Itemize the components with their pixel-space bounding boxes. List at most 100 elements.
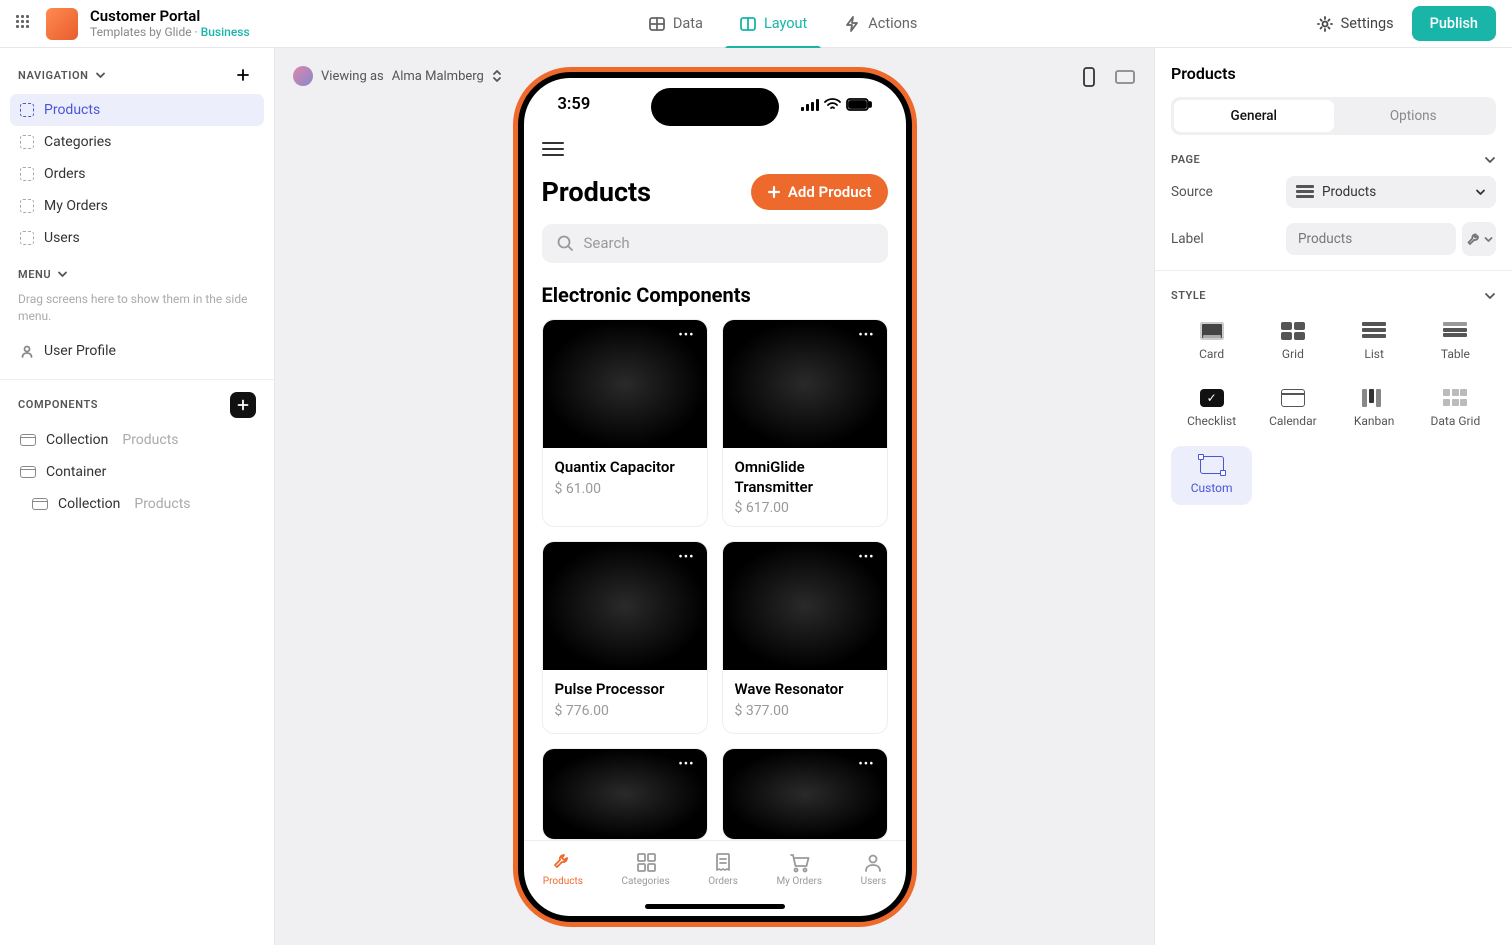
- wifi-icon: [824, 98, 841, 111]
- checklist-style-icon: ✓: [1200, 389, 1224, 407]
- add-navigation-button[interactable]: [230, 62, 256, 88]
- product-card[interactable]: OmniGlide Transmitter$ 617.00: [722, 319, 888, 527]
- style-grid: Card Grid List Table ✓Checklist Calendar…: [1171, 312, 1496, 505]
- nav-item-orders[interactable]: Orders: [10, 158, 264, 190]
- component-collection-1[interactable]: CollectionProducts: [10, 424, 264, 456]
- product-card[interactable]: [542, 748, 708, 840]
- product-image: [543, 320, 707, 448]
- product-card[interactable]: Pulse Processor$ 776.00: [542, 541, 708, 734]
- style-custom[interactable]: Custom: [1171, 446, 1252, 505]
- screen-title: Products: [542, 176, 652, 208]
- product-image: [543, 749, 707, 839]
- nav-item-categories[interactable]: Categories: [10, 126, 264, 158]
- components-section-title: COMPONENTS: [18, 398, 98, 411]
- canvas: Viewing as Alma Malmberg 3:59: [275, 48, 1154, 945]
- product-card[interactable]: [722, 748, 888, 840]
- hamburger-menu[interactable]: [542, 132, 564, 162]
- container-icon: [20, 466, 36, 478]
- nav-item-users[interactable]: Users: [10, 222, 264, 254]
- custom-style-icon: [1200, 456, 1224, 474]
- grid-apps-icon[interactable]: [16, 15, 34, 33]
- grid-icon: [635, 851, 657, 873]
- style-kanban[interactable]: Kanban: [1334, 379, 1415, 438]
- seg-options[interactable]: Options: [1334, 100, 1494, 132]
- wrench-icon: [1466, 232, 1481, 247]
- tab-products[interactable]: Products: [543, 851, 583, 887]
- chevron-down-icon: [1475, 187, 1486, 198]
- label-input[interactable]: Products: [1286, 223, 1456, 255]
- device-phone-button[interactable]: [1074, 62, 1104, 92]
- tab-orders[interactable]: Orders: [708, 851, 738, 887]
- wrench-icon: [552, 851, 574, 873]
- plus-icon: [235, 397, 251, 413]
- list-style-icon: [1362, 322, 1386, 340]
- style-calendar[interactable]: Calendar: [1252, 379, 1333, 438]
- style-section-header[interactable]: STYLE: [1171, 289, 1496, 302]
- component-container[interactable]: Container: [10, 456, 264, 488]
- right-panel: Products General Options PAGE Source Pro…: [1154, 48, 1512, 945]
- bolt-icon: [843, 15, 861, 33]
- style-data-grid[interactable]: Data Grid: [1415, 379, 1496, 438]
- style-table[interactable]: Table: [1415, 312, 1496, 371]
- receipt-icon: [712, 851, 734, 873]
- datagrid-style-icon: [1443, 389, 1467, 407]
- add-product-button[interactable]: Add Product: [751, 174, 888, 210]
- product-image: [723, 749, 887, 839]
- segmented-control: General Options: [1171, 97, 1496, 135]
- chevron-down-icon: [1484, 154, 1496, 166]
- home-indicator: [645, 904, 785, 909]
- desktop-icon: [1115, 69, 1135, 85]
- navigation-section-title[interactable]: NAVIGATION: [18, 69, 106, 82]
- product-image: [723, 542, 887, 670]
- settings-button[interactable]: Settings: [1316, 15, 1394, 33]
- table-icon: [1296, 185, 1314, 199]
- device-desktop-button[interactable]: [1110, 62, 1140, 92]
- tab-data[interactable]: Data: [644, 9, 707, 39]
- top-right: Settings Publish: [1316, 6, 1496, 41]
- collection-icon: [32, 498, 48, 510]
- menu-section-title[interactable]: MENU: [18, 268, 68, 281]
- product-image: [723, 320, 887, 448]
- style-card[interactable]: Card: [1171, 312, 1252, 371]
- style-grid-opt[interactable]: Grid: [1252, 312, 1333, 371]
- tab-categories[interactable]: Categories: [621, 851, 669, 887]
- tab-my-orders[interactable]: My Orders: [776, 851, 822, 887]
- publish-button[interactable]: Publish: [1412, 6, 1496, 41]
- signal-icon: [801, 99, 819, 111]
- style-checklist[interactable]: ✓Checklist: [1171, 379, 1252, 438]
- search-input[interactable]: Search: [542, 224, 888, 264]
- page-section-header[interactable]: PAGE: [1171, 153, 1496, 166]
- component-collection-2[interactable]: CollectionProducts: [10, 488, 264, 520]
- chevron-down-icon: [1484, 290, 1496, 302]
- style-list[interactable]: List: [1334, 312, 1415, 371]
- source-select[interactable]: Products: [1286, 176, 1496, 208]
- database-icon: [648, 15, 666, 33]
- panel-title: Products: [1171, 64, 1496, 83]
- gear-icon: [1316, 15, 1334, 33]
- status-bar: 3:59: [524, 78, 906, 132]
- tab-actions[interactable]: Actions: [839, 9, 921, 39]
- add-component-button[interactable]: [230, 392, 256, 418]
- product-card[interactable]: Quantix Capacitor$ 61.00: [542, 319, 708, 527]
- tab-layout[interactable]: Layout: [735, 9, 811, 39]
- collection-icon: [20, 434, 36, 446]
- notch: [651, 88, 779, 126]
- seg-general[interactable]: General: [1174, 100, 1334, 132]
- kanban-style-icon: [1362, 389, 1386, 407]
- nav-item-my-orders[interactable]: My Orders: [10, 190, 264, 222]
- label-label: Label: [1171, 231, 1204, 247]
- tab-users[interactable]: Users: [861, 851, 887, 887]
- label-config-button[interactable]: [1462, 222, 1496, 256]
- nav-item-user-profile[interactable]: User Profile: [10, 335, 264, 367]
- updown-icon: [492, 69, 502, 83]
- product-card[interactable]: Wave Resonator$ 377.00: [722, 541, 888, 734]
- card-style-icon: [1200, 322, 1224, 340]
- nav-item-products[interactable]: Products: [10, 94, 264, 126]
- source-label: Source: [1171, 184, 1213, 200]
- cart-icon: [788, 851, 810, 873]
- avatar: [293, 66, 313, 86]
- viewing-as-selector[interactable]: Viewing as Alma Malmberg: [293, 66, 502, 86]
- clock: 3:59: [558, 95, 591, 114]
- device-toggle: [1074, 62, 1140, 92]
- screen-icon: [20, 199, 34, 213]
